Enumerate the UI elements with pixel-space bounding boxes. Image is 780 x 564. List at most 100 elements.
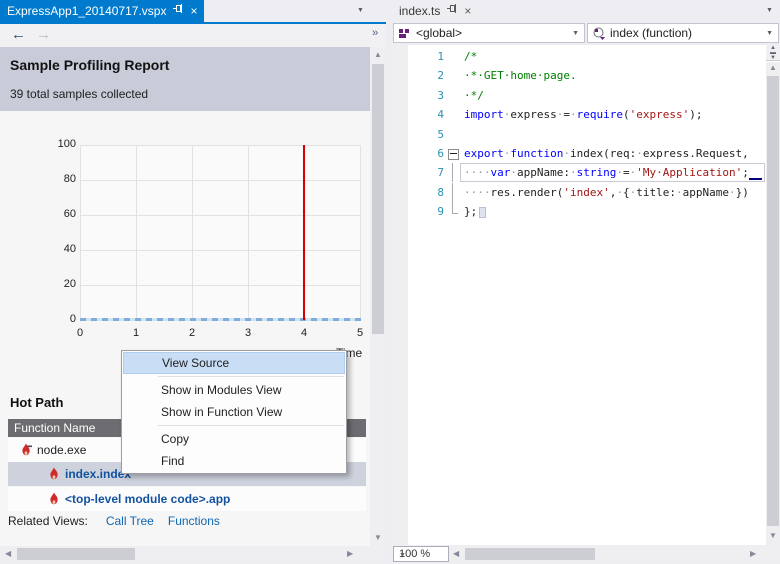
line-number: 3 bbox=[437, 88, 444, 102]
code-line-2[interactable]: 2 ·*·GET·home·page. bbox=[392, 66, 766, 85]
collapse-region-icon[interactable] bbox=[448, 149, 459, 160]
zoom-dropdown[interactable]: 100 % ▼ bbox=[393, 546, 449, 562]
fold-guide-line bbox=[452, 202, 458, 215]
line-number: 2 bbox=[437, 69, 444, 83]
related-views-label: Related Views: bbox=[8, 514, 88, 528]
report-toolbar: ← → ›› bbox=[0, 24, 386, 47]
text-caret bbox=[749, 178, 762, 181]
scroll-right-icon[interactable]: ▶ bbox=[347, 550, 353, 558]
vertical-scrollbar-thumb[interactable] bbox=[372, 64, 384, 334]
horizontal-scrollbar-thumb[interactable] bbox=[465, 548, 595, 560]
tab-index-ts[interactable]: index.ts × bbox=[392, 0, 478, 22]
code-text: }; bbox=[464, 202, 487, 221]
code-text: ····var·appName:·string·=·'My·Applicatio… bbox=[464, 166, 749, 180]
code-line-1[interactable]: 1 /* bbox=[392, 47, 766, 66]
editor-splitter-handle[interactable]: ▲ ▬ ▼ bbox=[766, 45, 780, 61]
forward-icon[interactable]: → bbox=[36, 26, 51, 43]
member-dropdown-value: index (function) bbox=[610, 26, 693, 40]
scroll-down-icon[interactable]: ▼ bbox=[769, 532, 777, 540]
horizontal-scrollbar-thumb[interactable] bbox=[17, 548, 135, 560]
function-name: node.exe bbox=[37, 443, 87, 457]
flame-icon bbox=[50, 467, 58, 480]
chevron-down-icon: ▼ bbox=[399, 552, 406, 559]
pin-icon[interactable] bbox=[173, 4, 183, 18]
code-text: /* bbox=[464, 50, 478, 63]
code-text: ·*·GET·home·page. bbox=[464, 69, 577, 83]
report-horizontal-scrollbar[interactable]: ◀ ▶ bbox=[0, 546, 386, 562]
close-icon[interactable]: × bbox=[464, 5, 471, 17]
document-list-dropdown-icon[interactable]: ▼ bbox=[766, 7, 773, 14]
menu-item-show-in-function-view[interactable]: Show in Function View bbox=[123, 401, 345, 423]
code-line-4[interactable]: 4 import·express·=·require('express'); bbox=[392, 105, 766, 124]
method-icon bbox=[592, 27, 606, 44]
back-icon[interactable]: ← bbox=[11, 26, 26, 43]
report-vertical-scrollbar[interactable]: ▲ ▼ bbox=[370, 47, 386, 546]
report-header-band: Sample Profiling Report 39 total samples… bbox=[0, 47, 370, 111]
editor-navigation-bar: <global> ▼ index (function) ▼ bbox=[392, 22, 780, 45]
document-list-dropdown-icon[interactable]: ▼ bbox=[357, 7, 364, 14]
profiler-pane: ExpressApp1_20140717.vspx × ▼ ← → ›› Sam… bbox=[0, 0, 386, 564]
pin-icon[interactable] bbox=[447, 4, 457, 18]
vertical-scrollbar-thumb[interactable] bbox=[767, 76, 779, 526]
toolbar-overflow-icon[interactable]: ›› bbox=[372, 27, 378, 39]
tab-expressapp-vspx[interactable]: ExpressApp1_20140717.vspx × bbox=[0, 0, 205, 22]
scroll-right-icon[interactable]: ▶ bbox=[750, 550, 756, 558]
tab-title: ExpressApp1_20140717.vspx bbox=[7, 4, 167, 18]
menu-item-copy[interactable]: Copy bbox=[123, 428, 345, 450]
code-line-6[interactable]: 6 export·function·index(req:·express.Requ… bbox=[392, 144, 766, 163]
tab-title: index.ts bbox=[399, 4, 441, 18]
related-view-link-functions[interactable]: Functions bbox=[168, 514, 220, 528]
flame-icon bbox=[50, 492, 58, 505]
line-number: 1 bbox=[437, 50, 444, 63]
scroll-up-icon[interactable]: ▲ bbox=[769, 64, 777, 72]
code-editor-pane: index.ts × ▼ <global> ▼ index (function)… bbox=[392, 0, 780, 564]
fold-guide-line bbox=[452, 163, 453, 183]
context-menu: View Source Show in Modules View Show in F… bbox=[121, 350, 347, 474]
namespace-icon bbox=[398, 27, 411, 43]
code-text: export·function·index(req:·express.Reque… bbox=[464, 147, 749, 160]
line-number: 8 bbox=[437, 185, 444, 199]
menu-item-view-source[interactable]: View Source bbox=[123, 352, 345, 374]
hot-path-row-top-level-module-code-app[interactable]: <top-level module code>.app bbox=[8, 487, 366, 511]
close-icon[interactable]: × bbox=[190, 5, 197, 17]
menu-separator bbox=[158, 376, 344, 377]
hot-path-title: Hot Path bbox=[10, 395, 64, 410]
line-number: 4 bbox=[437, 108, 444, 122]
menu-item-find[interactable]: Find bbox=[123, 450, 345, 472]
function-name: <top-level module code>.app bbox=[65, 492, 231, 506]
member-dropdown[interactable]: index (function) ▼ bbox=[587, 23, 779, 43]
scroll-left-icon[interactable]: ◀ bbox=[5, 550, 11, 558]
code-line-9[interactable]: 9}; bbox=[392, 202, 766, 221]
report-title: Sample Profiling Report bbox=[10, 57, 170, 73]
line-number: 6 bbox=[437, 147, 444, 160]
code-text: import·express·=·require('express'); bbox=[464, 108, 703, 122]
line-number: 9 bbox=[437, 205, 444, 219]
line-number: 5 bbox=[437, 127, 444, 141]
code-text: ····res.render('index',·{·title:·appName… bbox=[464, 185, 749, 199]
editor-horizontal-scrollbar[interactable]: ◀ ▶ bbox=[450, 546, 764, 562]
editor-bottom-bar: 100 % ▼ ◀ ▶ bbox=[392, 545, 780, 563]
scroll-left-icon[interactable]: ◀ bbox=[453, 550, 459, 558]
chevron-down-icon: ▼ bbox=[572, 30, 579, 37]
process-flame-icon bbox=[22, 443, 32, 456]
code-line-8[interactable]: 8 ····res.render('index',·{·title:·appNam… bbox=[392, 182, 766, 202]
report-subtitle: 39 total samples collected bbox=[10, 87, 149, 101]
scroll-down-icon[interactable]: ▼ bbox=[374, 534, 382, 542]
editor-vertical-scrollbar[interactable]: ▲ ▼ bbox=[766, 62, 780, 545]
menu-item-show-in-modules-view[interactable]: Show in Modules View bbox=[123, 379, 345, 401]
chevron-down-icon: ▼ bbox=[766, 30, 773, 37]
code-line-5[interactable]: 5 bbox=[392, 125, 766, 144]
code-line-3[interactable]: 3 ·*/ bbox=[392, 86, 766, 105]
scope-dropdown[interactable]: <global> ▼ bbox=[393, 23, 585, 43]
left-tab-bar: ExpressApp1_20140717.vspx × ▼ bbox=[0, 0, 386, 22]
right-tab-bar: index.ts × ▼ bbox=[392, 0, 780, 22]
code-line-7[interactable]: 7 ····var·appName:·string·=·'My·Applicati… bbox=[392, 163, 766, 183]
scope-dropdown-value: <global> bbox=[416, 26, 463, 40]
code-editor[interactable]: 1 /* 2 ·*·GET·home·page. 3 ·*/ 4 import·express… bbox=[392, 45, 780, 545]
related-views: Related Views: Call Tree Functions bbox=[8, 514, 234, 528]
scroll-up-icon[interactable]: ▲ bbox=[374, 51, 382, 59]
fold-guide-line bbox=[452, 182, 453, 202]
related-view-link-call-tree[interactable]: Call Tree bbox=[106, 514, 154, 528]
line-number: 7 bbox=[437, 166, 444, 180]
end-of-file-marker bbox=[479, 206, 487, 218]
